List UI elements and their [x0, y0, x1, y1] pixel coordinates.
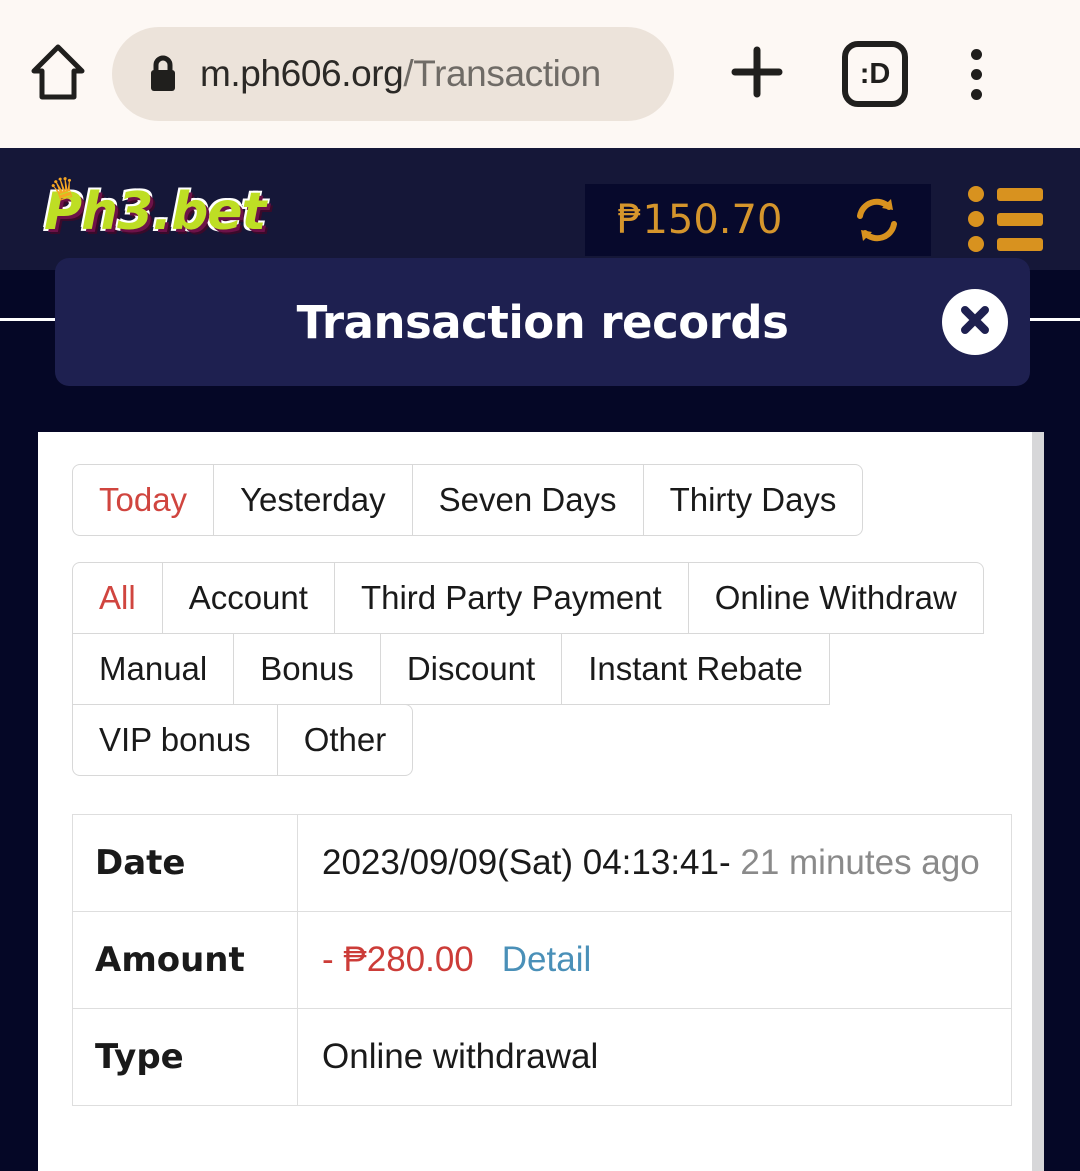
balance-display[interactable]: ₱150.70: [585, 184, 931, 256]
address-bar[interactable]: m.ph606.org/Transaction: [112, 27, 674, 121]
date-separator: -: [718, 843, 731, 882]
type-filter-online-withdraw[interactable]: Online Withdraw: [687, 562, 984, 634]
type-filter-discount[interactable]: Discount: [379, 633, 563, 705]
close-icon: [958, 303, 992, 342]
row-value-amount: - ₱280.00 Detail: [297, 911, 1012, 1009]
row-value-date: 2023/09/09(Sat) 04:13:41- 21 minutes ago: [297, 814, 1012, 912]
plus-icon: [727, 42, 787, 107]
transaction-record-table: Date 2023/09/09(Sat) 04:13:41- 21 minute…: [72, 814, 1012, 1106]
page-scrollbar[interactable]: [1032, 432, 1044, 1171]
list-menu-icon-row3: [968, 236, 1044, 252]
type-filter-instant-rebate[interactable]: Instant Rebate: [561, 633, 830, 705]
row-value-type: Online withdrawal: [297, 1008, 1012, 1106]
modal-title: Transaction records: [296, 295, 789, 349]
type-filter-group: All Account Third Party Payment Online W…: [72, 562, 1032, 776]
home-icon: [30, 43, 86, 106]
transaction-relative-time: 21 minutes ago: [740, 843, 980, 882]
kebab-menu-icon-dot2: [970, 68, 982, 80]
list-menu-icon-row2: [968, 211, 1044, 227]
row-label-amount: Amount: [72, 911, 298, 1009]
type-filter-row-3: VIP bonus Other: [72, 704, 1032, 776]
page-body: ♛ Ph3.bet ₱150.70 Transaction records To…: [0, 148, 1080, 1171]
filters-section: Today Yesterday Seven Days Thirty Days A…: [38, 432, 1032, 776]
type-filter-account[interactable]: Account: [161, 562, 335, 634]
transaction-amount: - ₱280.00: [322, 940, 474, 979]
transaction-datetime: 2023/09/09(Sat) 04:13:41: [322, 843, 719, 882]
type-filter-vip-bonus[interactable]: VIP bonus: [72, 704, 278, 776]
tab-count-label: :D: [859, 57, 891, 90]
type-filter-third-party-payment[interactable]: Third Party Payment: [333, 562, 689, 634]
date-range-yesterday[interactable]: Yesterday: [213, 464, 413, 536]
table-row-amount: Amount - ₱280.00 Detail: [72, 911, 1012, 1009]
list-menu-icon-row1: [968, 186, 1044, 202]
tab-switcher-button[interactable]: :D: [842, 41, 908, 107]
detail-link[interactable]: Detail: [502, 940, 591, 979]
lock-icon: [146, 53, 180, 95]
site-logo[interactable]: ♛ Ph3.bet: [44, 170, 284, 248]
type-filter-row-2: Manual Bonus Discount Instant Rebate: [72, 633, 1032, 705]
table-row-type: Type Online withdrawal: [72, 1008, 1012, 1106]
refresh-icon[interactable]: [851, 196, 903, 244]
table-row-date: Date 2023/09/09(Sat) 04:13:41- 21 minute…: [72, 814, 1012, 912]
balance-amount: ₱150.70: [617, 197, 783, 243]
home-button[interactable]: [22, 38, 94, 110]
transaction-records-modal-header: Transaction records: [55, 258, 1030, 386]
type-filter-manual[interactable]: Manual: [72, 633, 235, 705]
type-filter-row-1: All Account Third Party Payment Online W…: [72, 562, 1032, 634]
row-label-date: Date: [72, 814, 298, 912]
date-range-seven-days[interactable]: Seven Days: [411, 464, 644, 536]
site-menu-button[interactable]: [968, 186, 1044, 252]
url-host: m.ph606.org: [200, 53, 404, 94]
transaction-content-card: Today Yesterday Seven Days Thirty Days A…: [38, 432, 1032, 1171]
kebab-menu-icon: [970, 48, 982, 60]
browser-menu-button[interactable]: [948, 37, 1004, 111]
type-filter-all[interactable]: All: [72, 562, 163, 634]
type-filter-bonus[interactable]: Bonus: [233, 633, 381, 705]
date-range-today[interactable]: Today: [72, 464, 215, 536]
date-range-thirty-days[interactable]: Thirty Days: [642, 464, 864, 536]
browser-toolbar: m.ph606.org/Transaction :D: [0, 0, 1080, 148]
kebab-menu-icon-dot3: [970, 88, 982, 100]
url-text: m.ph606.org/Transaction: [200, 53, 601, 95]
url-path: /Transaction: [403, 53, 601, 94]
close-button[interactable]: [942, 289, 1008, 355]
type-filter-other[interactable]: Other: [276, 704, 414, 776]
row-label-type: Type: [72, 1008, 298, 1106]
date-range-tabs: Today Yesterday Seven Days Thirty Days: [72, 464, 1032, 536]
new-tab-button[interactable]: [720, 37, 794, 111]
